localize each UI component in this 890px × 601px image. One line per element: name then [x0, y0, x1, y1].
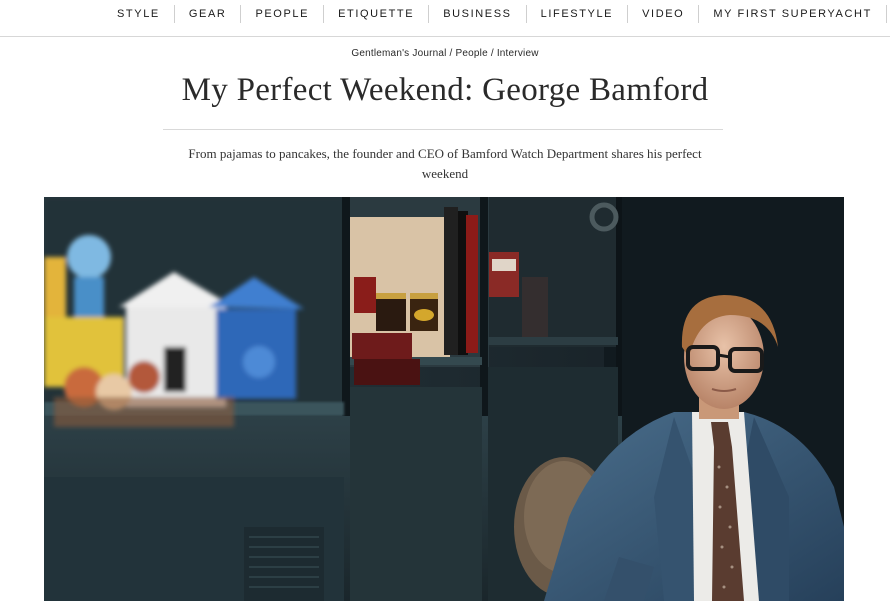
hero-image: [44, 197, 844, 601]
nav-item-gear[interactable]: GEAR: [175, 5, 242, 23]
hero-photo-illustration: [44, 197, 844, 601]
nav-item-etiquette[interactable]: ETIQUETTE: [324, 5, 430, 23]
breadcrumb-item-interview[interactable]: Interview: [497, 48, 539, 59]
article-title: My Perfect Weekend: George Bamford: [181, 72, 709, 108]
nav-list: STYLE GEAR PEOPLE ETIQUETTE BUSINESS LIF…: [103, 5, 887, 23]
nav-item-style[interactable]: STYLE: [103, 5, 175, 23]
nav-item-video[interactable]: VIDEO: [628, 5, 700, 23]
nav-item-people[interactable]: PEOPLE: [241, 5, 325, 23]
nav-item-my-first-superyacht[interactable]: MY FIRST SUPERYACHT: [699, 5, 887, 23]
title-divider: [163, 129, 723, 130]
breadcrumb: Gentleman's Journal / People / Interview: [0, 48, 890, 59]
breadcrumb-item-gentlemans-journal[interactable]: Gentleman's Journal: [351, 48, 446, 59]
breadcrumb-item-people[interactable]: People: [456, 48, 488, 59]
nav-item-business[interactable]: BUSINESS: [429, 5, 527, 23]
article-dek: From pajamas to pancakes, the founder an…: [188, 146, 702, 181]
nav-item-lifestyle[interactable]: LIFESTYLE: [527, 5, 629, 23]
top-navigation: STYLE GEAR PEOPLE ETIQUETTE BUSINESS LIF…: [0, 0, 890, 37]
